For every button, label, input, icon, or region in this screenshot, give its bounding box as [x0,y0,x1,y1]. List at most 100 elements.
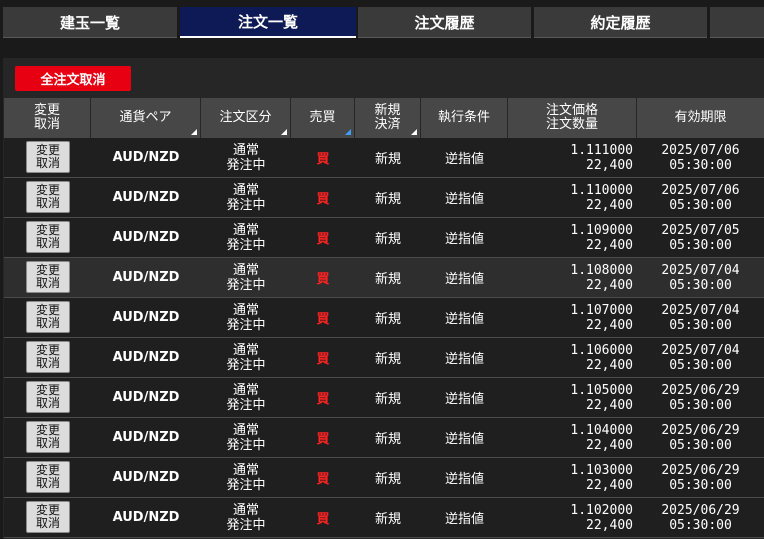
expiry-date-text: 2025/06/29 [661,502,740,518]
pair-cell: AUD/NZD [112,310,180,325]
header-exec-condition: 執行条件 [421,98,508,138]
tab-orders[interactable]: 注文一覧 [180,7,356,38]
qty-text: 22,400 [586,437,633,453]
cancel-all-orders-button[interactable]: 全注文取消 [15,66,131,91]
price-text: 1.110000 [570,182,633,198]
edit-cancel-button[interactable]: 変更 取消 [26,141,70,173]
cancel-text: 取消 [35,516,60,530]
qty-text: 22,400 [586,517,633,533]
order-type-cell: 通常 発注中 [201,138,291,177]
header-order-type-text: 注文区分 [219,110,272,125]
pair-cell: AUD/NZD [112,430,180,445]
table-row: 変更 取消 AUD/NZD 通常 発注中 買 新規 逆指値 1.103000 22,4… [4,458,764,498]
new-settle-cell: 新規 [374,352,401,367]
expiry-time-text: 05:30:00 [669,157,732,173]
price-text: 1.105000 [570,382,633,398]
table-row: 変更 取消 AUD/NZD 通常 発注中 買 新規 逆指値 1.110000 22,4… [4,178,764,218]
exec-condition-cell: 逆指値 [444,232,484,247]
header-side[interactable]: 売買 [291,98,355,138]
tab-positions[interactable]: 建玉一覧 [3,7,177,38]
new-settle-cell: 新規 [374,272,401,287]
price-qty-cell: 1.111000 22,400 [508,138,637,177]
expiry-time-text: 05:30:00 [669,397,732,413]
expiry-date-text: 2025/07/05 [661,222,740,238]
sort-active-icon [345,129,351,135]
new-settle-cell: 新規 [374,472,401,487]
pair-cell: AUD/NZD [112,190,180,205]
header-side-text: 売買 [309,110,336,125]
expiry-date-text: 2025/07/04 [661,302,740,318]
order-type-text: 通常 [232,182,259,198]
cancel-text: 取消 [35,276,60,290]
edit-cancel-button[interactable]: 変更 取消 [26,421,70,453]
header-pair-text: 通貨ペア [119,110,172,125]
edit-cancel-button[interactable]: 変更 取消 [26,221,70,253]
order-status-text: 発注中 [226,237,266,253]
expiry-date-text: 2025/06/29 [661,462,740,478]
order-status-text: 発注中 [226,357,266,373]
expiry-date-text: 2025/07/06 [661,142,740,158]
new-settle-cell: 新規 [374,192,401,207]
price-text: 1.106000 [570,342,633,358]
new-settle-cell: 新規 [374,392,401,407]
price-text: 1.108000 [570,262,633,278]
edit-cancel-button[interactable]: 変更 取消 [26,301,70,333]
pair-cell: AUD/NZD [112,390,180,405]
edit-cancel-button[interactable]: 変更 取消 [26,341,70,373]
header-edit-cancel: 変更 取消 [4,98,91,138]
tab-order-history[interactable]: 注文履歴 [358,7,531,38]
side-cell: 買 [316,312,330,327]
expiry-cell: 2025/07/06 05:30:00 [637,178,764,217]
order-type-cell: 通常 発注中 [201,178,291,217]
expiry-cell: 2025/06/29 05:30:00 [637,458,764,497]
header-qty-text: 注文数量 [545,117,598,132]
order-type-text: 通常 [232,382,259,398]
edit-cancel-button[interactable]: 変更 取消 [26,381,70,413]
order-status-text: 発注中 [226,437,266,453]
price-qty-cell: 1.103000 22,400 [508,458,637,497]
side-cell: 買 [316,472,330,487]
pair-cell: AUD/NZD [112,470,180,485]
header-currency-pair[interactable]: 通貨ペア [91,98,201,138]
sort-icon [191,129,197,135]
sort-icon [411,129,417,135]
qty-text: 22,400 [586,277,633,293]
order-status-text: 発注中 [226,197,266,213]
header-expiry: 有効期限 [637,98,764,138]
expiry-cell: 2025/07/04 05:30:00 [637,298,764,337]
table-row: 変更 取消 AUD/NZD 通常 発注中 買 新規 逆指値 1.106000 22,4… [4,338,764,378]
edit-cancel-button[interactable]: 変更 取消 [26,501,70,533]
price-text: 1.111000 [570,142,633,158]
table-row: 変更 取消 AUD/NZD 通常 発注中 買 新規 逆指値 1.108000 22,4… [4,258,764,298]
expiry-cell: 2025/07/04 05:30:00 [637,338,764,377]
price-qty-cell: 1.104000 22,400 [508,418,637,457]
expiry-time-text: 05:30:00 [669,437,732,453]
pair-cell: AUD/NZD [112,150,180,165]
order-type-text: 通常 [232,262,259,278]
order-type-text: 通常 [232,222,259,238]
tab-more[interactable] [710,7,764,38]
side-cell: 買 [316,392,330,407]
header-new-settle[interactable]: 新規 決済 [355,98,421,138]
cancel-text: 取消 [35,396,60,410]
header-order-type[interactable]: 注文区分 [201,98,291,138]
cancel-text: 取消 [35,476,60,490]
order-status-text: 発注中 [226,397,266,413]
order-type-cell: 通常 発注中 [201,258,291,297]
edit-cancel-button[interactable]: 変更 取消 [26,261,70,293]
header-expiry-text: 有効期限 [674,110,727,125]
order-type-cell: 通常 発注中 [201,458,291,497]
cancel-text: 取消 [35,436,60,450]
tab-execution-history[interactable]: 約定履歴 [534,7,707,38]
qty-text: 22,400 [586,357,633,373]
edit-cancel-button[interactable]: 変更 取消 [26,181,70,213]
expiry-time-text: 05:30:00 [669,197,732,213]
order-type-cell: 通常 発注中 [201,378,291,417]
cancel-text: 取消 [35,316,60,330]
edit-cancel-button[interactable]: 変更 取消 [26,461,70,493]
pair-cell: AUD/NZD [112,270,180,285]
order-type-cell: 通常 発注中 [201,298,291,337]
new-settle-cell: 新規 [374,232,401,247]
expiry-date-text: 2025/06/29 [661,422,740,438]
tab-bar: 建玉一覧 注文一覧 注文履歴 約定履歴 [0,0,764,40]
